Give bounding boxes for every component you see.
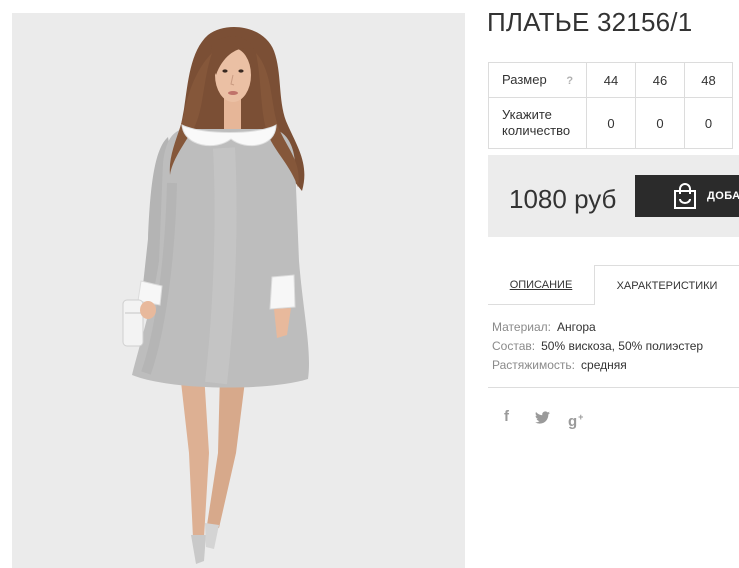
characteristic-label: Растяжимость: bbox=[492, 358, 576, 372]
characteristic-value: средняя bbox=[581, 358, 627, 372]
size-label-cell: Размер ? bbox=[488, 62, 587, 98]
characteristic-label: Состав: bbox=[492, 339, 536, 353]
leg-right bbox=[207, 373, 246, 528]
size-quantity-table: Размер ? 44 46 48 Укажите количество bbox=[488, 62, 733, 149]
price-panel: 1080 руб ДОБА bbox=[488, 155, 739, 237]
quantity-input[interactable] bbox=[685, 115, 732, 131]
hand-left bbox=[140, 301, 156, 319]
quantity-cell bbox=[684, 97, 733, 149]
product-image[interactable] bbox=[12, 13, 465, 568]
size-option: 44 bbox=[586, 62, 636, 98]
characteristic-value: Ангора bbox=[556, 320, 596, 334]
characteristic-row: Состав: 50% вискоза, 50% полиэстер bbox=[492, 337, 703, 356]
leg-left bbox=[180, 373, 209, 538]
tab-label: ХАРАКТЕРИСТИКИ bbox=[616, 280, 718, 292]
dress-shading bbox=[205, 147, 237, 385]
clutch bbox=[122, 299, 144, 347]
divider bbox=[488, 387, 739, 388]
tab-label: ОПИСАНИЕ bbox=[509, 279, 573, 291]
characteristic-label: Материал: bbox=[492, 320, 551, 334]
quantity-cell bbox=[635, 97, 685, 149]
characteristics-list: Материал: Ангора Состав: 50% вискоза, 50% … bbox=[492, 318, 703, 375]
shoe-left bbox=[191, 535, 206, 564]
shoe-right bbox=[205, 523, 219, 549]
product-tabs: ОПИСАНИЕ ХАРАКТЕРИСТИКИ bbox=[488, 265, 739, 305]
size-label: Размер bbox=[502, 71, 547, 87]
google-plus-icon[interactable]: g+ bbox=[568, 408, 584, 430]
size-help-icon[interactable]: ? bbox=[566, 73, 573, 89]
shopping-bag-icon bbox=[674, 183, 696, 209]
characteristic-value: 50% вискоза, 50% полиэстер bbox=[541, 339, 704, 353]
tab-characteristics[interactable]: ХАРАКТЕРИСТИКИ bbox=[594, 265, 739, 305]
eye-right bbox=[238, 69, 244, 73]
tab-description[interactable]: ОПИСАНИЕ bbox=[488, 265, 594, 305]
eye-left bbox=[222, 69, 228, 73]
quantity-input[interactable] bbox=[587, 115, 635, 131]
characteristic-row: Материал: Ангора bbox=[492, 318, 703, 337]
size-row: Размер ? 44 46 48 bbox=[488, 62, 733, 98]
product-price: 1080 руб bbox=[509, 184, 617, 214]
size-option: 46 bbox=[635, 62, 685, 98]
lips bbox=[228, 91, 238, 95]
quantity-row: Укажите количество bbox=[488, 97, 733, 149]
twitter-icon[interactable] bbox=[535, 411, 550, 424]
product-title: ПЛАТЬЕ 32156/1 bbox=[487, 7, 693, 37]
add-to-cart-label: ДОБА bbox=[707, 190, 739, 202]
model-figure bbox=[122, 27, 310, 564]
quantity-cell bbox=[586, 97, 636, 149]
google-plus-glyph: g bbox=[568, 413, 578, 430]
quantity-input[interactable] bbox=[636, 115, 684, 131]
size-option: 48 bbox=[684, 62, 733, 98]
facebook-icon[interactable]: f bbox=[504, 408, 509, 426]
add-to-cart-button[interactable]: ДОБА bbox=[635, 175, 739, 217]
quantity-label: Укажите количество bbox=[488, 97, 587, 149]
google-plus-sup: + bbox=[578, 412, 584, 422]
cuff-right bbox=[269, 274, 296, 310]
characteristic-row: Растяжимость: средняя bbox=[492, 356, 703, 375]
